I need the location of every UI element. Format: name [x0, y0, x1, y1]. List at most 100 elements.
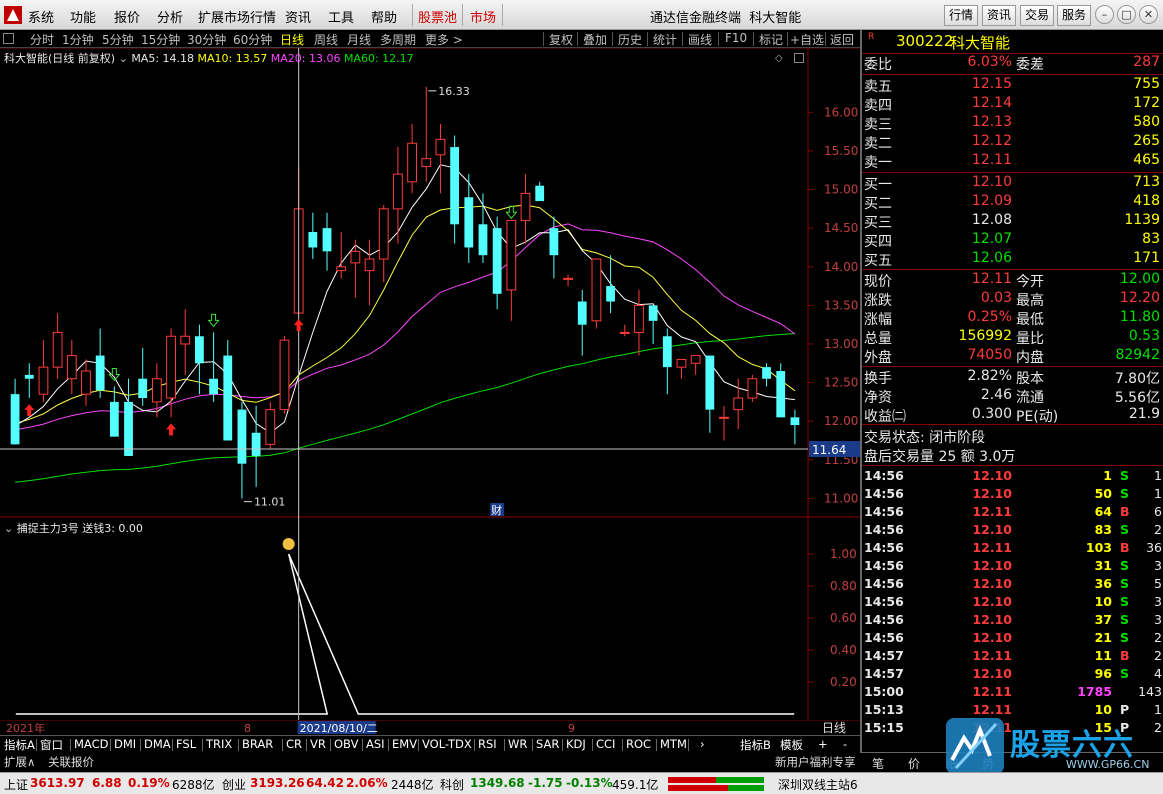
btn-service[interactable]: 服务	[1057, 5, 1092, 26]
trade-volume: 64	[1094, 504, 1112, 519]
indicator-svg[interactable]: 1.00 0.80 0.60 0.40 0.20	[0, 518, 860, 720]
stat-row: 涨幅 0.25% 最低 11.80	[864, 309, 1162, 328]
tool-draw[interactable]: 画线	[688, 31, 712, 48]
tool-f10[interactable]: F10	[725, 31, 747, 45]
chevron-down-icon[interactable]: ⌄	[119, 52, 132, 65]
tool-stats[interactable]: 统计	[653, 31, 677, 48]
kline-chart[interactable]: 16.00 15.50 15.00 14.50 14.00 13.50 13.00 12.50…	[0, 48, 860, 518]
period-60min[interactable]: 60分钟	[233, 31, 272, 48]
ask-row: 卖五 12.15 755	[864, 76, 1162, 95]
fundamental-label: 流通	[1016, 390, 1044, 406]
window-toggle-icon[interactable]	[794, 53, 804, 63]
period-daily[interactable]: 日线	[280, 31, 304, 48]
indicator-tab-[interactable]: 窗口	[40, 737, 63, 753]
stat-row: 总量 156992 量比 0.53	[864, 328, 1162, 347]
indicator-tab-sar[interactable]: SAR	[536, 737, 559, 751]
indicator-tab-macd[interactable]: MACD	[74, 737, 108, 751]
add-window-button[interactable]: +	[818, 737, 828, 751]
indicator-tab-brar[interactable]: BRAR	[242, 737, 273, 751]
related-quotes-button[interactable]: 关联报价	[48, 754, 94, 770]
tool-back[interactable]: 返回	[830, 31, 854, 48]
btn-market[interactable]: 行情	[944, 5, 979, 26]
period-30min[interactable]: 30分钟	[187, 31, 226, 48]
trade-time: 15:13	[864, 702, 904, 717]
candle-body	[705, 355, 715, 410]
tab-ticks[interactable]: 笔	[872, 755, 884, 772]
period-more[interactable]: 更多 >	[425, 31, 463, 48]
server-name[interactable]: 深圳双线主站6	[778, 776, 858, 793]
menu-extended-market[interactable]: 扩展市场行情	[198, 7, 276, 26]
period-5min[interactable]: 5分钟	[102, 31, 134, 48]
new-user-promo-link[interactable]: 新用户福利专享	[775, 754, 856, 770]
tool-adjust[interactable]: 复权	[549, 31, 573, 48]
trade-volume: 37	[1094, 612, 1112, 627]
cy-index-label[interactable]: 创业	[222, 776, 246, 793]
indicator-tab-voltdx[interactable]: VOL-TDX	[422, 737, 472, 751]
minimize-icon[interactable]: –	[1095, 5, 1114, 24]
ask-volume: 172	[1133, 95, 1160, 111]
indicator-tab-cr[interactable]: CR	[286, 737, 302, 751]
indicator-tab-vr[interactable]: VR	[310, 737, 326, 751]
indicator-tab-a[interactable]: 指标A	[4, 737, 35, 753]
trade-volume: 21	[1094, 630, 1112, 645]
indicator-tab-wr[interactable]: WR	[508, 737, 527, 751]
menu-system[interactable]: 系统	[28, 7, 54, 26]
candle	[265, 401, 276, 449]
kc-index-label[interactable]: 科创	[440, 776, 464, 793]
indicator-tab-dmi[interactable]: DMI	[114, 737, 136, 751]
btn-news[interactable]: 资讯	[982, 5, 1017, 26]
template-tab[interactable]: 模板	[780, 737, 803, 753]
indicator-tab-emv[interactable]: EMV	[392, 737, 417, 751]
indicator-tab-trix[interactable]: TRIX	[206, 737, 232, 751]
indicator-chart[interactable]: 1.00 0.80 0.60 0.40 0.20 ⌄ 捕捉主力3号 送钱3: 0.00	[0, 518, 860, 720]
chevron-right-icon[interactable]: ›	[700, 737, 705, 751]
menu-analysis[interactable]: 分析	[157, 7, 183, 26]
chevron-down-icon[interactable]: ⌄	[4, 522, 17, 535]
indicator-tab-dma[interactable]: DMA	[144, 737, 171, 751]
menu-stock-pool[interactable]: 股票池	[418, 7, 457, 26]
diamond-icon[interactable]: ◇	[775, 53, 783, 64]
indicator-tab-kdj[interactable]: KDJ	[566, 737, 586, 751]
indicator-tab-mtm[interactable]: MTM	[660, 737, 687, 751]
period-multi[interactable]: 多周期	[380, 31, 416, 48]
period-1min[interactable]: 1分钟	[62, 31, 94, 48]
maximize-icon[interactable]: □	[1117, 5, 1136, 24]
period-15min[interactable]: 15分钟	[141, 31, 180, 48]
x-axis: 2021年 8 9 2021/08/10/二 日线	[0, 720, 860, 735]
indicator-tab-obv[interactable]: OBV	[334, 737, 358, 751]
period-monthly[interactable]: 月线	[347, 31, 371, 48]
tool-overlay[interactable]: 叠加	[583, 31, 607, 48]
tool-history[interactable]: 历史	[618, 31, 642, 48]
tab-price[interactable]: 价	[908, 755, 920, 772]
bid-price: 12.06	[971, 250, 1012, 266]
menu-function[interactable]: 功能	[70, 7, 96, 26]
remove-window-button[interactable]: -	[843, 737, 847, 751]
tool-mark[interactable]: 标记	[759, 31, 783, 48]
candle-body	[223, 355, 233, 441]
indicator-tab-rsi[interactable]: RSI	[478, 737, 497, 751]
period-weekly[interactable]: 周线	[314, 31, 338, 48]
btn-trade[interactable]: 交易	[1020, 5, 1055, 26]
menu-help[interactable]: 帮助	[371, 7, 397, 26]
indicator-tab-roc[interactable]: ROC	[626, 737, 651, 751]
close-icon[interactable]: ✕	[1139, 5, 1158, 24]
period-intraday[interactable]: 分时	[30, 31, 54, 48]
indicator-tab-fsl[interactable]: FSL	[176, 737, 196, 751]
indicator-b-tab[interactable]: 指标B	[740, 737, 771, 753]
tab-divider	[172, 739, 173, 751]
menu-market[interactable]: 市场	[470, 7, 496, 26]
menu-news[interactable]: 资讯	[285, 7, 311, 26]
toolbar-collapse-icon[interactable]	[3, 33, 14, 44]
indicator-tab-asi[interactable]: ASI	[366, 737, 385, 751]
indicator-tab-cci[interactable]: CCI	[596, 737, 615, 751]
trade-price: 12.10	[972, 594, 1012, 609]
expand-button[interactable]: 扩展∧	[4, 754, 35, 770]
menu-tools[interactable]: 工具	[328, 7, 354, 26]
tool-add-favorite[interactable]: +自选	[790, 31, 824, 48]
kline-svg[interactable]: 16.00 15.50 15.00 14.50 14.00 13.50 13.00 12.50…	[0, 48, 860, 518]
stat-label: 总量	[864, 331, 892, 347]
menu-quotes[interactable]: 报价	[114, 7, 140, 26]
price-tick-label: 13.00	[824, 337, 858, 351]
tab-divider	[36, 739, 37, 751]
sh-index-label[interactable]: 上证	[4, 776, 28, 793]
